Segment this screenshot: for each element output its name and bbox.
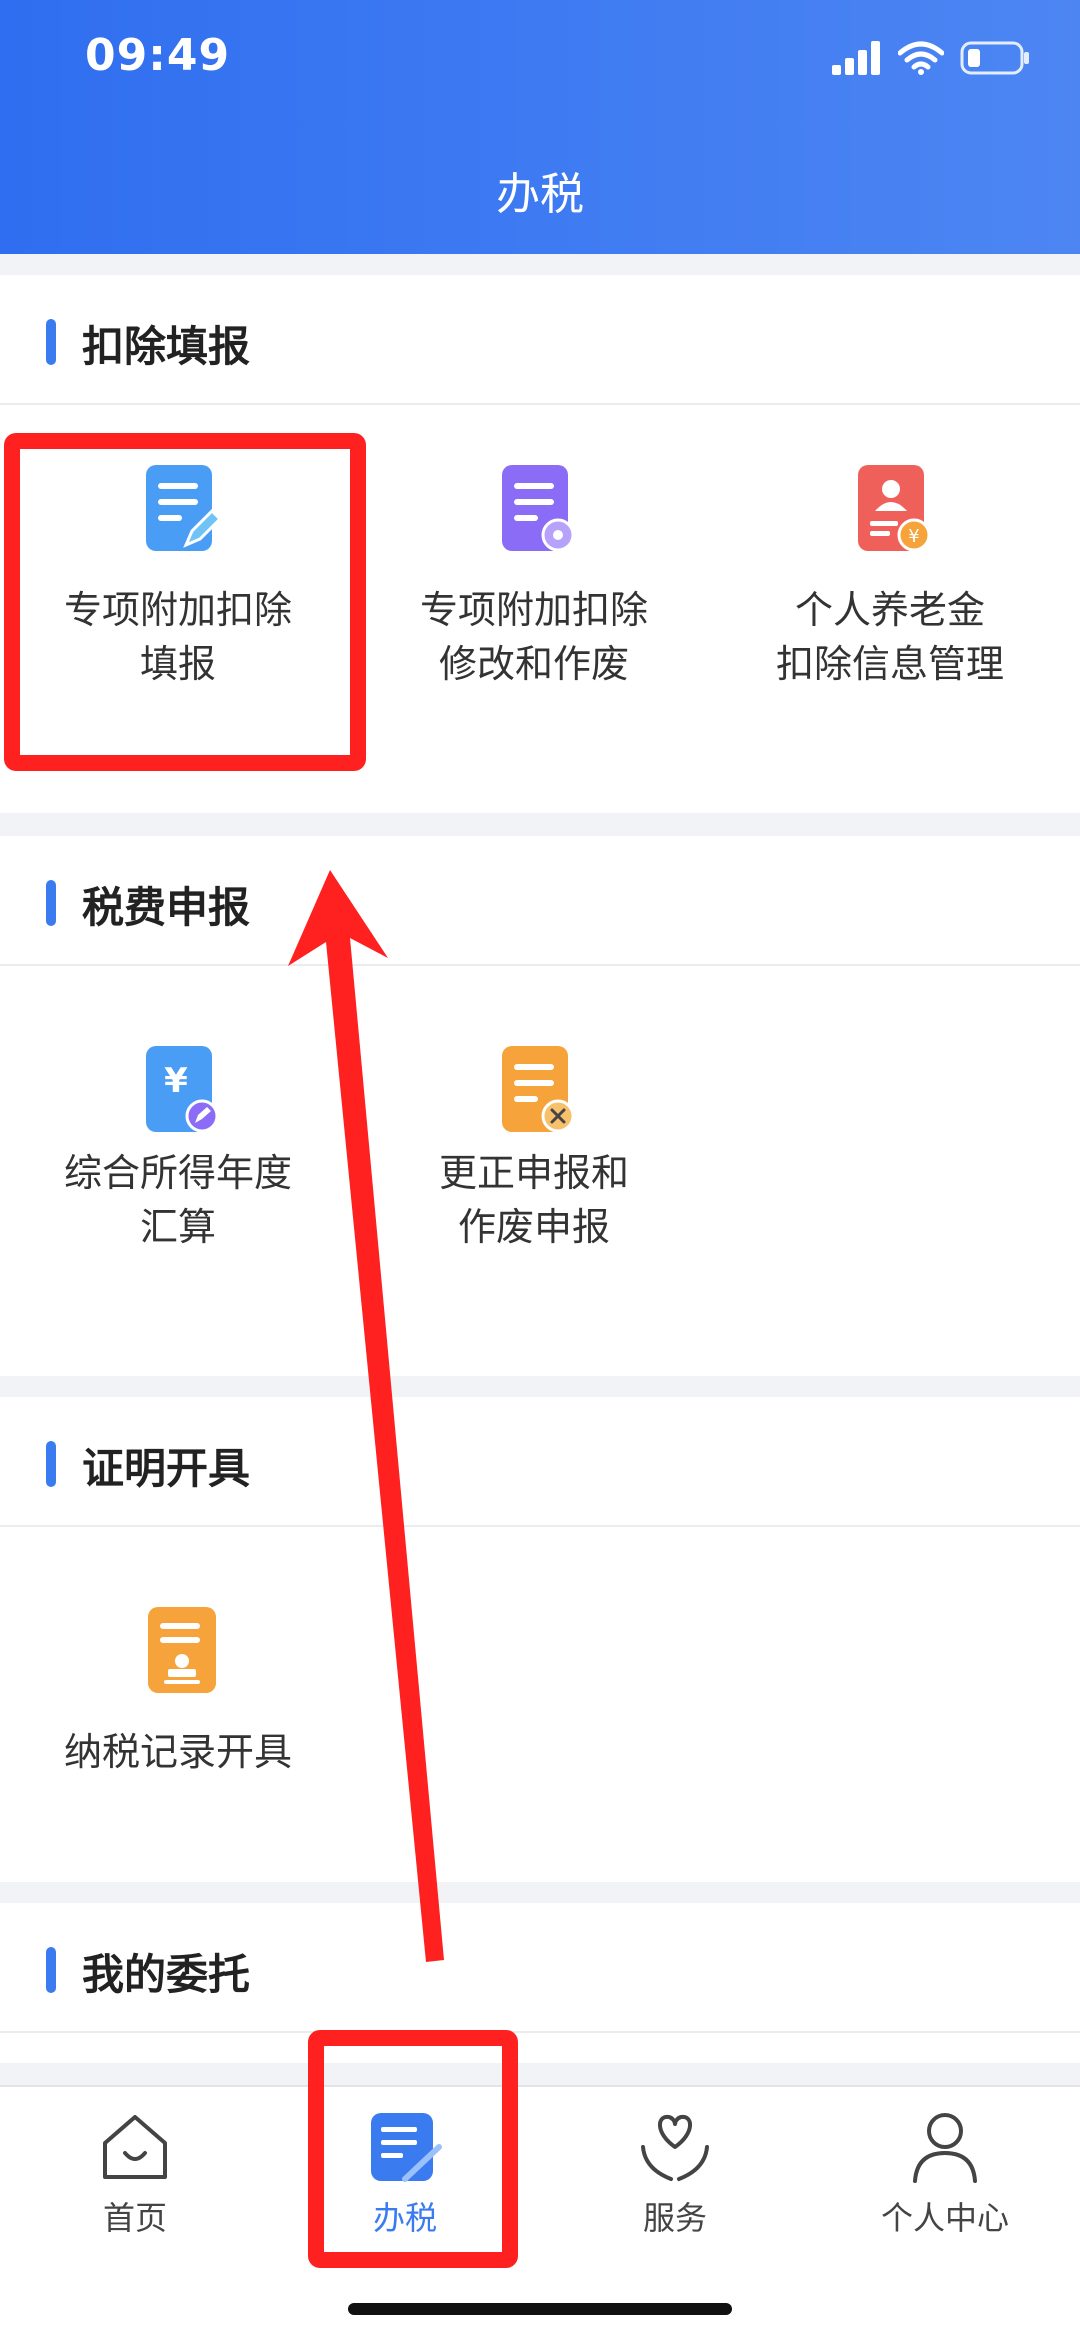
annotation-arrow — [288, 870, 444, 1962]
